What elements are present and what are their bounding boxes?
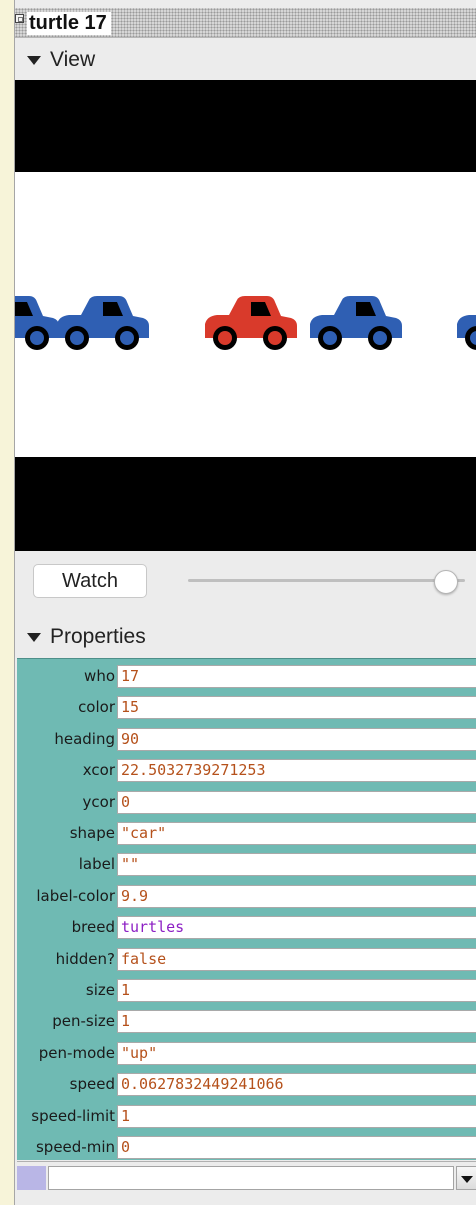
watch-button[interactable]: Watch — [33, 564, 147, 598]
property-value-field[interactable]: 90 — [117, 727, 476, 751]
property-label: ycor — [82, 792, 115, 811]
window-title: turtle 17 — [27, 12, 111, 35]
property-label: size — [85, 981, 115, 999]
property-row: who 17 — [17, 661, 476, 691]
title-bar[interactable]: turtle 17 — [15, 8, 476, 38]
property-value-field[interactable]: 9.9 — [117, 884, 476, 908]
command-bar — [17, 1161, 476, 1193]
property-value-field[interactable]: 0 — [117, 1136, 476, 1159]
property-row: hidden? false — [17, 944, 476, 974]
property-row: pen-size 1 — [17, 1006, 476, 1036]
view-section-header[interactable]: View — [15, 40, 476, 80]
property-row: pen-mode "up" — [17, 1038, 476, 1068]
property-value-field[interactable]: false — [117, 947, 476, 971]
property-value-field[interactable]: 17 — [117, 665, 476, 688]
property-label: label-color — [36, 886, 115, 905]
command-input[interactable] — [48, 1166, 454, 1190]
property-label: hidden? — [55, 949, 115, 968]
property-row: speed-min 0 — [17, 1132, 476, 1162]
disclosure-triangle-icon[interactable] — [27, 55, 41, 65]
property-label: speed — [69, 1075, 115, 1094]
property-label: speed-min — [35, 1138, 115, 1156]
property-row: speed-limit 1 — [17, 1101, 476, 1131]
property-row: ycor 0 — [17, 787, 476, 817]
property-value-field[interactable]: 1 — [117, 979, 476, 1002]
property-row: label "" — [17, 849, 476, 879]
turtle-view — [15, 80, 476, 551]
property-row: xcor 22.5032739271253 — [17, 755, 476, 785]
car-turtle-icon — [310, 296, 402, 350]
zoom-slider-thumb[interactable] — [433, 570, 458, 594]
property-label: heading — [54, 729, 115, 748]
property-row: breed turtles — [17, 912, 476, 942]
property-label: pen-size — [52, 1012, 115, 1031]
property-row: speed 0.0627832449241066 — [17, 1069, 476, 1099]
property-label: who — [84, 667, 115, 685]
close-box-icon[interactable] — [15, 14, 24, 23]
property-row: shape "car" — [17, 818, 476, 848]
road-band-bottom — [15, 457, 476, 551]
property-row: heading 90 — [17, 724, 476, 754]
zoom-slider-track[interactable] — [188, 579, 465, 582]
property-value-field[interactable]: 0.0627832449241066 — [117, 1073, 476, 1097]
disclosure-triangle-icon[interactable] — [27, 632, 41, 642]
command-prefix-swatch — [17, 1166, 46, 1190]
property-value-field[interactable]: 1 — [117, 1010, 476, 1034]
property-value-field[interactable]: 1 — [117, 1104, 476, 1128]
car-turtle-icon — [57, 296, 149, 350]
properties-section-header[interactable]: Properties — [15, 617, 476, 657]
property-label: shape — [69, 824, 115, 842]
property-label: speed-limit — [31, 1106, 115, 1125]
command-history-dropdown-icon[interactable] — [456, 1166, 476, 1190]
cars-row — [15, 280, 476, 360]
property-label: color — [78, 698, 115, 717]
property-value-field[interactable]: 0 — [117, 790, 476, 814]
car-turtle-icon — [205, 296, 297, 350]
property-value-field[interactable]: turtles — [117, 916, 476, 940]
property-row: label-color 9.9 — [17, 881, 476, 911]
property-value-field[interactable]: "" — [117, 853, 476, 877]
property-row: size 1 — [17, 975, 476, 1005]
property-value-field[interactable]: "car" — [117, 822, 476, 845]
road-band-top — [15, 80, 476, 172]
property-value-field[interactable]: 22.5032739271253 — [117, 759, 476, 783]
property-row: color 15 — [17, 692, 476, 722]
property-value-field[interactable]: 15 — [117, 696, 476, 720]
car-turtle-icon — [457, 315, 476, 350]
property-label: breed — [71, 918, 115, 937]
properties-section-label: Properties — [50, 625, 146, 648]
property-value-field[interactable]: "up" — [117, 1041, 476, 1065]
property-label: xcor — [82, 761, 115, 780]
property-label: label — [78, 855, 115, 874]
turtle-inspector-window: turtle 17 View Watch Properties who 17 col… — [14, 0, 476, 1205]
view-section-label: View — [50, 48, 96, 71]
property-label: pen-mode — [38, 1043, 115, 1062]
properties-panel: who 17 color 15 heading 90 xcor 22.503273927125… — [17, 658, 476, 1160]
